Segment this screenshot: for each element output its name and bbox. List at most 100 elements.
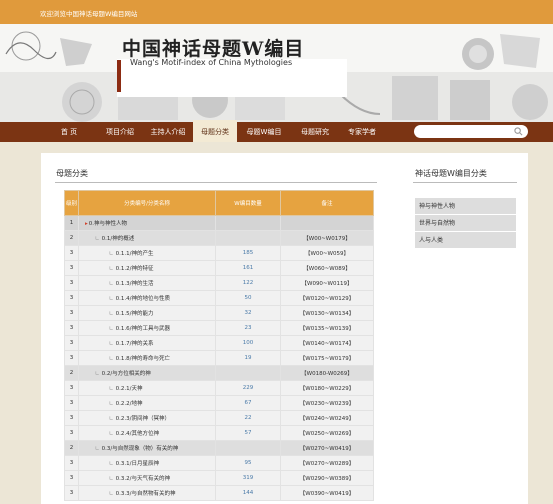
table-row[interactable]: 3 ∟ 0.1.7/神的关系 100 【W0140~W0174】 (64, 335, 374, 351)
nav-experts[interactable]: 专家学者 (340, 122, 384, 142)
row-count[interactable]: 19 (215, 350, 281, 366)
row-category-cell[interactable]: ∟ 0.3.2/与天气有关的神 (78, 470, 216, 486)
nav-project-intro[interactable]: 项目介绍 (96, 122, 144, 142)
table-row[interactable]: 3 ∟ 0.2.2/地神 67 【W0230~W0239】 (64, 395, 374, 411)
row-level: 2 (64, 365, 79, 381)
row-category-cell[interactable]: ∟ 0.2.4/其他方位神 (78, 425, 216, 441)
row-count[interactable]: 100 (215, 335, 281, 351)
row-category-cell[interactable]: ∟ 0.1.3/神的生活 (78, 275, 216, 291)
row-category-name[interactable]: 0.3.1/日月星辰神 (116, 461, 159, 467)
row-category-name[interactable]: 0.1.4/神的地位与性质 (116, 296, 170, 302)
table-row[interactable]: 1 ▸0.神与神性人物 (64, 215, 374, 231)
row-category-cell[interactable]: ∟ 0.3/与自然现象（物）有关的神 (78, 440, 216, 456)
table-row[interactable]: 3 ∟ 0.2.3/阴间神（冥神） 22 【W0240~W0249】 (64, 410, 374, 426)
sidebar-item-gods[interactable]: 神与神性人物 (415, 198, 516, 215)
nav-motif-research[interactable]: 母题研究 (290, 122, 340, 142)
row-count[interactable]: 122 (215, 275, 281, 291)
row-category-name[interactable]: 0.1.6/神的工具与武器 (116, 326, 170, 332)
row-category-cell[interactable]: ∟ 0.1.1/神的产生 (78, 245, 216, 261)
row-category-name[interactable]: 0.2.4/其他方位神 (116, 431, 159, 437)
row-note: 【W00~W0179】 (280, 230, 374, 246)
row-category-cell[interactable]: ∟ 0.2.3/阴间神（冥神） (78, 410, 216, 426)
row-category-cell[interactable]: ∟ 0.2/与方位相关的神 (78, 365, 216, 381)
row-category-name[interactable]: 0.1.2/神的特征 (116, 266, 154, 272)
row-category-name[interactable]: 0.神与神性人物 (89, 221, 127, 227)
row-category-name[interactable]: 0.1.5/神的能力 (116, 311, 154, 317)
table-row[interactable]: 3 ∟ 0.1.1/神的产生 185 【W00~W059】 (64, 245, 374, 261)
table-row[interactable]: 2 ∟ 0.3/与自然现象（物）有关的神 【W0270~W0419】 (64, 440, 374, 456)
table-row[interactable]: 3 ∟ 0.1.5/神的能力 32 【W0130~W0134】 (64, 305, 374, 321)
search-input[interactable] (414, 125, 528, 138)
tree-branch-icon: ∟ (109, 461, 114, 467)
table-row[interactable]: 3 ∟ 0.1.3/神的生活 122 【W090~W0119】 (64, 275, 374, 291)
row-count[interactable]: 23 (215, 320, 281, 336)
row-category-name[interactable]: 0.2.1/天神 (116, 386, 143, 392)
row-category-name[interactable]: 0.1.8/神的寿命与死亡 (116, 356, 170, 362)
nav-home[interactable]: 首 页 (48, 122, 90, 142)
row-note: 【W0230~W0239】 (280, 395, 374, 411)
table-row[interactable]: 3 ∟ 0.3.3/与自然物有关的神 144 【W0390~W0419】 (64, 485, 374, 501)
row-category-name[interactable]: 0.3/与自然现象（物）有关的神 (102, 446, 179, 452)
row-category-name[interactable]: 0.2.3/阴间神（冥神） (116, 416, 170, 422)
table-row[interactable]: 2 ∟ 0.2/与方位相关的神 【W0180-W0269】 (64, 365, 374, 381)
nav-host-intro[interactable]: 主持人介绍 (144, 122, 192, 142)
row-category-cell[interactable]: ∟ 0.3.1/日月星辰神 (78, 455, 216, 471)
row-category-name[interactable]: 0.3.2/与天气有关的神 (116, 476, 170, 482)
table-row[interactable]: 3 ∟ 0.1.4/神的地位与性质 50 【W0120~W0129】 (64, 290, 374, 306)
row-category-cell[interactable]: ▸0.神与神性人物 (78, 215, 216, 231)
expand-arrow-icon[interactable]: ▸ (85, 221, 88, 227)
row-category-cell[interactable]: ∟ 0.1.2/神的特征 (78, 260, 216, 276)
nav-motif-category[interactable]: 母题分类 (193, 120, 237, 142)
row-count[interactable]: 32 (215, 305, 281, 321)
row-category-cell[interactable]: ∟ 0.1/神的概述 (78, 230, 216, 246)
row-category-cell[interactable]: ∟ 0.1.8/神的寿命与死亡 (78, 350, 216, 366)
row-category-cell[interactable]: ∟ 0.1.7/神的关系 (78, 335, 216, 351)
row-category-cell[interactable]: ∟ 0.2.1/天神 (78, 380, 216, 396)
row-category-name[interactable]: 0.3.3/与自然物有关的神 (116, 491, 176, 497)
row-count[interactable]: 67 (215, 395, 281, 411)
row-category-cell[interactable]: ∟ 0.3.3/与自然物有关的神 (78, 485, 216, 501)
category-table: 级别 分类编号/分类名称 W编目数量 备注 1 ▸0.神与神性人物 2 ∟ 0.1/神的… (64, 190, 374, 501)
table-row[interactable]: 3 ∟ 0.2.4/其他方位神 57 【W0250~W0269】 (64, 425, 374, 441)
row-level: 3 (64, 485, 79, 501)
row-category-name[interactable]: 0.1.3/神的生活 (116, 281, 154, 287)
row-count[interactable]: 144 (215, 485, 281, 501)
row-count[interactable]: 95 (215, 455, 281, 471)
tree-branch-icon: ∟ (109, 326, 114, 332)
tree-branch-icon: ∟ (109, 431, 114, 437)
table-row[interactable]: 3 ∟ 0.1.6/神的工具与武器 23 【W0135~W0139】 (64, 320, 374, 336)
row-note: 【W0240~W0249】 (280, 410, 374, 426)
row-count[interactable]: 50 (215, 290, 281, 306)
row-category-name[interactable]: 0.2/与方位相关的神 (102, 371, 151, 377)
table-row[interactable]: 3 ∟ 0.3.1/日月星辰神 95 【W0270~W0289】 (64, 455, 374, 471)
row-category-name[interactable]: 0.1.1/神的产生 (116, 251, 154, 257)
sidebar-item-humans[interactable]: 人与人类 (415, 232, 516, 249)
table-row[interactable]: 3 ∟ 0.2.1/天神 229 【W0180~W0229】 (64, 380, 374, 396)
row-note: 【W0130~W0134】 (280, 305, 374, 321)
nav-motif-w-index[interactable]: 母题W编目 (238, 122, 290, 142)
search-icon[interactable] (514, 127, 523, 136)
row-category-name[interactable]: 0.1/神的概述 (102, 236, 135, 242)
row-count[interactable]: 22 (215, 410, 281, 426)
row-category-cell[interactable]: ∟ 0.1.5/神的能力 (78, 305, 216, 321)
row-count[interactable]: 185 (215, 245, 281, 261)
table-row[interactable]: 2 ∟ 0.1/神的概述 【W00~W0179】 (64, 230, 374, 246)
site-title: 中国神话母题W编目 (122, 38, 305, 60)
table-row[interactable]: 3 ∟ 0.1.8/神的寿命与死亡 19 【W0175~W0179】 (64, 350, 374, 366)
row-category-cell[interactable]: ∟ 0.1.6/神的工具与武器 (78, 320, 216, 336)
row-count[interactable]: 319 (215, 470, 281, 486)
row-category-cell[interactable]: ∟ 0.2.2/地神 (78, 395, 216, 411)
sidebar-item-world-nature[interactable]: 世界与自然物 (415, 215, 516, 232)
row-note: 【W0180~W0229】 (280, 380, 374, 396)
row-note: 【W0120~W0129】 (280, 290, 374, 306)
row-category-name[interactable]: 0.1.7/神的关系 (116, 341, 154, 347)
row-count[interactable]: 161 (215, 260, 281, 276)
tree-branch-icon: ∟ (109, 476, 114, 482)
row-level: 1 (64, 215, 79, 231)
table-row[interactable]: 3 ∟ 0.1.2/神的特征 161 【W060~W089】 (64, 260, 374, 276)
table-row[interactable]: 3 ∟ 0.3.2/与天气有关的神 319 【W0290~W0389】 (64, 470, 374, 486)
row-count[interactable]: 57 (215, 425, 281, 441)
row-count[interactable]: 229 (215, 380, 281, 396)
row-category-name[interactable]: 0.2.2/地神 (116, 401, 143, 407)
row-category-cell[interactable]: ∟ 0.1.4/神的地位与性质 (78, 290, 216, 306)
